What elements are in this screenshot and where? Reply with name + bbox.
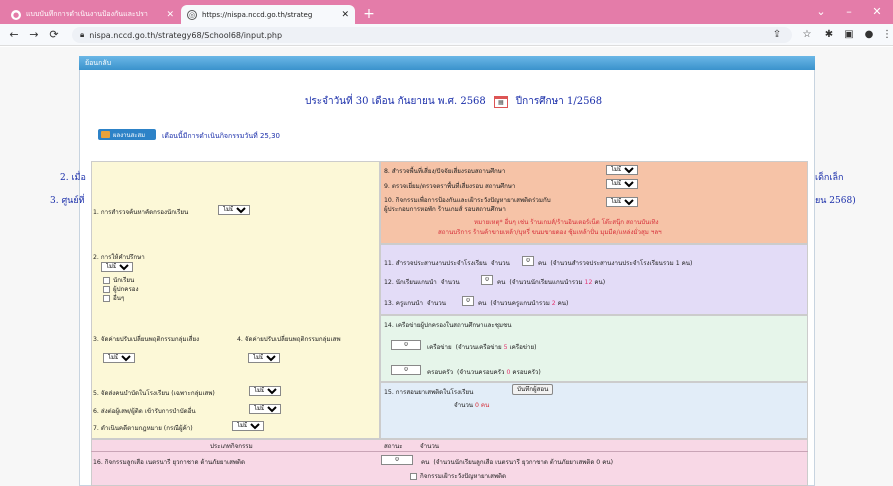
q13-total: คน (จำนวนครูแกนนำรวม 2 คน) xyxy=(478,300,569,307)
q4-select[interactable]: ไม่มี xyxy=(248,353,280,363)
checkbox[interactable] xyxy=(103,276,110,284)
month-note: เดือนนี้มีการดำเนินกิจกรรมวันที่ 25,30 xyxy=(162,132,281,140)
table-header-activity: ประเภทกิจกรรม xyxy=(210,443,253,450)
q11-total: คน (จำนวนสำรวจประสานงานประจำโรงเรียนรวม … xyxy=(538,260,693,267)
q2-select[interactable]: ไม่มี xyxy=(101,262,133,272)
q2-option-label: นักเรียน xyxy=(113,277,135,284)
q6-select[interactable]: ไม่มี xyxy=(249,404,281,414)
extensions-icon[interactable]: ✱ xyxy=(822,27,836,43)
checkbox[interactable] xyxy=(103,285,110,293)
close-tab-icon[interactable]: ✕ xyxy=(341,10,349,20)
q11-input[interactable] xyxy=(522,256,534,266)
tab-search-icon[interactable]: ⌄ xyxy=(808,2,834,22)
date-header: ประจำวันที่ 30 เดือน กันยายน พ.ศ. 2568 ▦… xyxy=(305,94,602,109)
q13-label: 13. ครูแกนนำ จำนวน xyxy=(384,300,446,307)
q10-label-cont: ผู้ประกอบการหอพัก ร้านเกมส์ รอบสถานศึกษา xyxy=(384,206,506,213)
q10-note: หมายเหตุ* อื่นๆ เช่น ร้านเกมส์/ร้านอินเต… xyxy=(474,219,659,226)
q14-network-total: เครือข่าย (จำนวนเครือข่าย 5 เครือข่าย) xyxy=(427,344,537,351)
q2-option[interactable]: อื่นๆ xyxy=(103,293,124,303)
q15-teacher-button[interactable]: บันทึกผู้สอน xyxy=(512,384,554,395)
q11-label: 11. สำรวจประสานงานประจำโรงเรียน จำนวน xyxy=(384,260,510,267)
result-button[interactable]: ผลงานสะสม xyxy=(98,129,156,140)
q14-label: 14. เครือข่ายผู้ปกครองในสถานศึกษาและชุมช… xyxy=(384,322,512,329)
close-window-button[interactable]: ✕ xyxy=(862,2,892,22)
q14-family-input[interactable] xyxy=(391,365,421,375)
reload-icon[interactable]: ⟳ xyxy=(46,27,62,43)
table-header-status: สถานะ xyxy=(384,443,403,450)
lock-icon: 🔒︎ xyxy=(80,30,85,39)
q16-input[interactable] xyxy=(381,455,413,465)
minimize-button[interactable]: – xyxy=(836,2,862,22)
q7-label: 7. ดำเนินคดีตามกฎหมาย (กรณีผู้ค้า) xyxy=(93,425,193,432)
q9-label: 9. ตรวจเยี่ยม/ตรวจตราพื้นที่เสี่ยงรอบ สถ… xyxy=(384,183,516,190)
close-tab-icon[interactable]: ✕ xyxy=(166,10,174,20)
q2-label: 2. การให้คำปรึกษา xyxy=(93,254,145,261)
q3-select[interactable]: ไม่มี xyxy=(103,353,135,363)
tab-active[interactable]: ◎ https://nispa.nccd.go.th/strateg ✕ xyxy=(181,5,355,24)
q8-label: 8. สำรวจพื้นที่เสี่ยง/ปัจจัยเสี่ยงรอบสถา… xyxy=(384,168,506,175)
bookmark-star-icon[interactable]: ☆ xyxy=(800,27,814,43)
q15-count: จำนวน 0 คน xyxy=(454,402,490,409)
address-bar[interactable]: 🔒︎ nispa.nccd.go.th/strategy68/School68/… xyxy=(72,27,792,43)
year-line: ปีการศึกษา 1/2568 xyxy=(515,96,603,107)
side-text-left: 3. ศูนย์ที่ xyxy=(50,196,85,206)
site-favicon-icon: ● xyxy=(11,9,21,20)
result-button-label: ผลงานสะสม xyxy=(113,131,146,139)
q3-label: 3. จัดค่ายปรับเปลี่ยนพฤติกรรมกลุ่มเสี่ยง xyxy=(93,336,200,343)
profile-icon[interactable]: ● xyxy=(862,27,876,43)
q12-input[interactable] xyxy=(481,275,493,285)
q16-label: 16. กิจกรรมลูกเสือ เนตรนารี ยุวกาชาด ต้า… xyxy=(93,459,245,466)
sidepanel-icon[interactable]: ▣ xyxy=(842,27,856,43)
q6-label: 6. ส่งต่อผู้เสพ/ผู้ติด เข้ารับการบำบัดอื… xyxy=(93,408,196,415)
q4-label: 4. จัดค่ายปรับเปลี่ยนพฤติกรรมกลุ่มเสพ xyxy=(237,336,341,343)
q9-select[interactable]: ไม่มี xyxy=(606,179,638,189)
q5-select[interactable]: ไม่มี xyxy=(249,386,281,396)
q15-label: 15. การสอนยาเสพติดในโรงเรียน xyxy=(384,389,474,396)
tab-title: https://nispa.nccd.go.th/strateg xyxy=(202,10,313,19)
table-header-qty: จำนวน xyxy=(420,443,440,450)
q2-option-label: อื่นๆ xyxy=(113,295,125,302)
q2-option-label: ผู้ปกครอง xyxy=(113,286,139,293)
q10-select[interactable]: ไม่มี xyxy=(606,197,638,207)
tab-inactive[interactable]: ● แบบบันทึกการดำเนินงานป้องกันและปรา ✕ xyxy=(5,5,180,24)
calendar-icon[interactable]: ▦ xyxy=(493,95,508,108)
share-icon[interactable]: ⇪ xyxy=(770,27,784,43)
globe-icon: ◎ xyxy=(187,9,197,20)
q8-select[interactable]: ไม่มี xyxy=(606,165,638,175)
q16-total: คน (จำนวนนักเรียนลูกเสือ เนตรนารี ยุวกาช… xyxy=(421,459,613,466)
menu-icon[interactable]: ⋮ xyxy=(880,27,893,43)
back-icon[interactable]: ← xyxy=(6,27,22,43)
q1-select[interactable]: ไม่มี xyxy=(218,205,250,215)
forward-icon[interactable]: → xyxy=(26,27,42,43)
side-text-right: ยน 2568) xyxy=(815,196,856,206)
back-link[interactable]: ย้อนกลับ xyxy=(79,56,815,70)
q13-input[interactable] xyxy=(462,296,474,306)
checkbox[interactable] xyxy=(103,294,110,302)
date-line: ประจำวันที่ 30 เดือน กันยายน พ.ศ. 2568 xyxy=(305,96,486,107)
q12-label: 12. นักเรียนแกนนำ จำนวน xyxy=(384,279,460,286)
checkbox[interactable] xyxy=(410,472,417,480)
q14-family-total: ครอบครัว (จำนวนครอบครัว 0 ครอบครัว) xyxy=(427,369,541,376)
q12-total: คน (จำนวนนักเรียนแกนนำรวม 12 คน) xyxy=(497,279,606,286)
q16-sub-label: กิจกรรมเฝ้าระวังปัญหายาเสพติด xyxy=(420,473,507,480)
table-divider xyxy=(91,451,808,452)
q16-sub-option[interactable]: กิจกรรมเฝ้าระวังปัญหายาเสพติด xyxy=(410,471,506,481)
q7-select[interactable]: ไม่มี xyxy=(232,421,264,431)
url-text: nispa.nccd.go.th/strategy68/School68/inp… xyxy=(89,30,283,40)
q1-label: 1. การสำรวจค้นหาคัดกรองนักเรียน xyxy=(93,209,189,216)
new-tab-button[interactable]: + xyxy=(361,6,377,22)
q10-note-cont: สถานบริการ ร้านค้าขายเหล้า/บุหรี่ ขนมขาย… xyxy=(438,229,662,236)
q14-network-input[interactable] xyxy=(391,340,421,350)
tab-title: แบบบันทึกการดำเนินงานป้องกันและปรา xyxy=(26,10,148,18)
side-text-left: 2. เมื่อ xyxy=(60,173,86,183)
folder-icon xyxy=(101,131,110,138)
q5-label: 5. จัดส่งคนบำบัดในโรงเรียน (เฉพาะกลุ่มเส… xyxy=(93,390,215,397)
side-text-right: เด็กเล็ก xyxy=(815,173,844,183)
